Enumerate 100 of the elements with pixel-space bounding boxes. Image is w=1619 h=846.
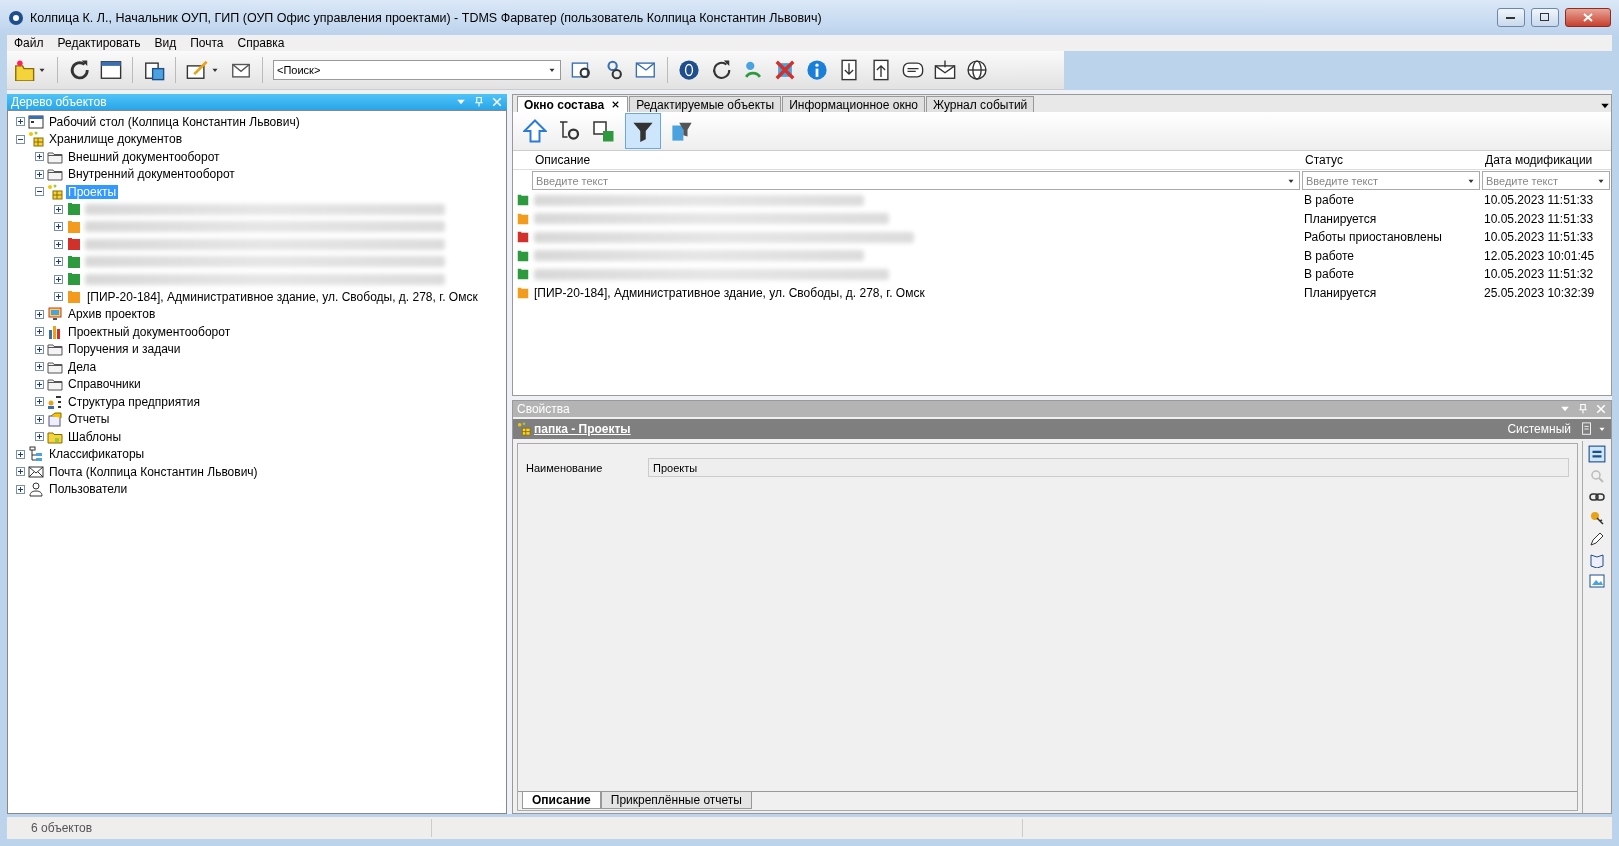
tree-item[interactable]: Дела	[66, 359, 99, 374]
tree-item[interactable]: Проектный документооборот	[66, 324, 233, 339]
status-cell: Планируется	[1304, 285, 1377, 300]
search-icon[interactable]	[571, 59, 593, 81]
expand-toggle[interactable]	[35, 414, 44, 424]
tree-item[interactable]: Хранилище документов	[47, 132, 185, 147]
pin-icon[interactable]	[473, 96, 485, 108]
tree-item[interactable]: Шаблоны	[66, 429, 124, 444]
filter-list-icon[interactable]	[671, 120, 693, 142]
expand-toggle[interactable]	[54, 274, 63, 284]
filter-field[interactable]: Введите текст	[1482, 171, 1610, 190]
filter-field[interactable]: Введите текст	[532, 171, 1300, 190]
tree-item[interactable]: [ПИР-20-184], Административное здание, ул. Свободы, д. 278, г. Омск	[85, 289, 480, 304]
date-cell: 12.05.2023 10:01:45	[1484, 248, 1595, 263]
tree-item[interactable]: Почта (Колпица Константин Львович)	[47, 464, 260, 479]
expand-toggle[interactable]	[16, 484, 25, 494]
column-header[interactable]: Описание	[531, 151, 1301, 170]
object-link[interactable]: папка - Проекты	[534, 422, 1505, 436]
monitor-icon	[47, 306, 63, 323]
expand-toggle[interactable]	[35, 152, 44, 162]
window-icon[interactable]	[100, 59, 122, 81]
expand-toggle[interactable]	[16, 117, 25, 127]
folder-icon	[47, 376, 63, 393]
expand-toggle[interactable]	[16, 134, 25, 144]
menu-item[interactable]: Почта	[183, 36, 231, 50]
tab[interactable]: Окно состава	[517, 96, 629, 112]
form-icon[interactable]	[1588, 445, 1606, 463]
minimize-button[interactable]	[1497, 8, 1525, 27]
tree-search-icon[interactable]	[557, 119, 581, 143]
tree-item[interactable]: Отчеты	[66, 412, 112, 427]
expand-toggle[interactable]	[16, 467, 25, 477]
refresh-icon[interactable]	[68, 59, 90, 81]
expand-toggle[interactable]	[35, 327, 44, 337]
filter-button[interactable]	[625, 113, 661, 149]
expand-toggle[interactable]	[54, 239, 63, 249]
tree-item[interactable]: Структура предприятия	[66, 394, 202, 409]
name-field[interactable]: Проекты	[648, 458, 1569, 477]
report-icon	[47, 411, 63, 428]
binder-icon	[66, 271, 82, 288]
tree-item[interactable]: Пользователи	[47, 482, 130, 497]
mail-search-icon[interactable]	[635, 59, 657, 81]
tree-item[interactable]: Поручения и задачи	[66, 342, 183, 357]
envelope-icon	[28, 463, 44, 480]
panel-title: Дерево объектов	[11, 95, 108, 109]
tab[interactable]: Информационное окно	[782, 96, 925, 112]
new-folder-icon[interactable]	[13, 59, 35, 81]
menu-item[interactable]: Файл	[7, 36, 51, 50]
panel-title: Свойства	[517, 402, 571, 416]
binder-icon	[66, 236, 82, 253]
tree-item[interactable]: Справочники	[66, 377, 143, 392]
search-field[interactable]: <Поиск>	[273, 60, 561, 80]
pencil-icon[interactable]	[1589, 531, 1605, 547]
export-excel-icon[interactable]	[591, 119, 615, 143]
expand-toggle[interactable]	[35, 432, 44, 442]
tree-item[interactable]: Классификаторы	[47, 447, 147, 462]
globe-icon[interactable]	[966, 59, 988, 81]
cross-icon[interactable]	[774, 59, 796, 81]
field-label: Наименование	[526, 460, 604, 476]
tree-item[interactable]: Внешний документооборот	[66, 149, 222, 164]
message-icon[interactable]	[902, 59, 924, 81]
clipboard-icon[interactable]	[143, 59, 165, 81]
document-up-icon[interactable]	[870, 59, 892, 81]
tab[interactable]: Редактируемые объекты	[629, 96, 782, 112]
column-header[interactable]: Статус	[1301, 151, 1481, 170]
filter-icon	[632, 120, 654, 142]
expand-toggle[interactable]	[54, 204, 63, 214]
menu-item[interactable]: Редактировать	[50, 36, 148, 50]
tab[interactable]: Прикреплённые отчеты	[600, 792, 752, 809]
expand-toggle[interactable]	[35, 187, 44, 197]
expand-toggle[interactable]	[54, 222, 63, 232]
close-button[interactable]	[1565, 8, 1611, 27]
expand-toggle[interactable]	[35, 362, 44, 372]
tab[interactable]: Описание	[522, 792, 601, 809]
mail-pencil-icon[interactable]	[186, 59, 208, 81]
menu-item[interactable]: Вид	[147, 36, 184, 50]
expand-toggle[interactable]	[35, 397, 44, 407]
document-icon[interactable]	[1580, 422, 1594, 436]
document-down-icon[interactable]	[838, 59, 860, 81]
book-icon[interactable]	[1589, 552, 1605, 568]
refresh-icon[interactable]	[710, 59, 732, 81]
expand-toggle[interactable]	[35, 344, 44, 354]
expand-toggle[interactable]	[35, 169, 44, 179]
tree-item[interactable]: Рабочий стол (Колпица Константин Львович)	[47, 114, 302, 129]
image-icon[interactable]	[1589, 573, 1605, 589]
column-header[interactable]: Дата модификации	[1481, 151, 1611, 170]
mail-send-icon[interactable]	[934, 59, 956, 81]
filter-field[interactable]: Введите текст	[1302, 171, 1480, 190]
expand-toggle[interactable]	[54, 292, 63, 302]
info-icon[interactable]	[806, 59, 828, 81]
tree-item[interactable]: Внутренний документооборот	[66, 167, 237, 182]
tree-item[interactable]: Архив проектов	[66, 307, 158, 322]
up-arrow-icon[interactable]	[523, 119, 547, 143]
expand-toggle[interactable]	[54, 257, 63, 267]
expand-toggle[interactable]	[35, 309, 44, 319]
key-icon[interactable]	[1589, 510, 1605, 526]
menu-item[interactable]: Справка	[230, 36, 292, 50]
expand-toggle[interactable]	[16, 449, 25, 459]
expand-toggle[interactable]	[35, 379, 44, 389]
maximize-button[interactable]	[1531, 8, 1559, 27]
tab[interactable]: Журнал событий	[925, 96, 1035, 112]
